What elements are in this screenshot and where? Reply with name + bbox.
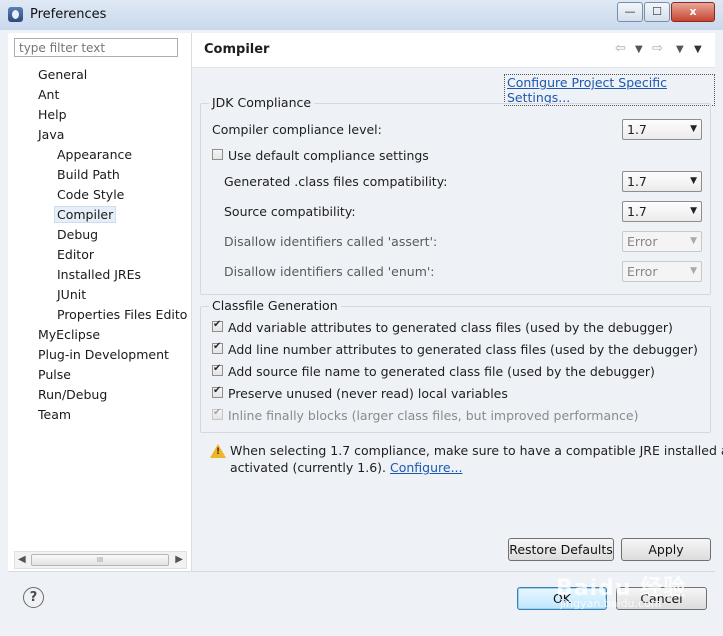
tree-item-pulse[interactable]: Pulse	[38, 367, 71, 382]
preserve-unused-locals-label[interactable]: Preserve unused (never read) local varia…	[228, 386, 508, 401]
tree-item-debug[interactable]: Debug	[57, 227, 98, 242]
inline-finally-checkbox	[212, 407, 223, 420]
title-bar: Preferences — ☐ x	[0, 0, 723, 31]
forward-arrow-icon[interactable]: ⇨	[652, 41, 663, 56]
classfile-generation-title: Classfile Generation	[209, 298, 341, 313]
help-icon[interactable]: ?	[23, 587, 44, 608]
use-default-compliance-label[interactable]: Use default compliance settings	[228, 148, 429, 163]
preference-tree-panel: General Ant Help Java Appearance Build P…	[8, 33, 192, 571]
source-compat-value: 1.7	[627, 204, 647, 219]
assert-identifier-label: Disallow identifiers called 'assert':	[224, 234, 438, 249]
baidu-watermark-url: jingyan.baidu.com	[560, 597, 662, 610]
view-menu-icon[interactable]: ▼	[694, 44, 702, 55]
tree-item-myeclipse[interactable]: MyEclipse	[38, 327, 100, 342]
variable-attributes-checkbox[interactable]	[212, 319, 223, 332]
source-file-name-label[interactable]: Add source file name to generated class …	[228, 364, 655, 379]
page-title: Compiler	[204, 42, 270, 57]
filter-input[interactable]	[14, 38, 178, 57]
warning-icon	[210, 444, 226, 458]
source-compat-select[interactable]: 1.7 ▼	[622, 201, 702, 222]
class-compat-value: 1.7	[627, 174, 647, 189]
tree-item-compiler[interactable]: Compiler	[54, 206, 117, 223]
chevron-down-icon: ▼	[690, 124, 697, 134]
forward-menu-chevron-icon[interactable]: ▼	[676, 44, 684, 55]
assert-identifier-value: Error	[627, 234, 658, 249]
tree-horizontal-scrollbar[interactable]: ◀ III ▶	[14, 551, 187, 569]
tree-item-code-style[interactable]: Code Style	[57, 187, 124, 202]
warning-message-line1: When selecting 1.7 compliance, make sure…	[230, 443, 723, 458]
source-compat-label: Source compatibility:	[224, 204, 356, 219]
enum-identifier-label: Disallow identifiers called 'enum':	[224, 264, 435, 279]
compliance-level-label: Compiler compliance level:	[212, 122, 382, 137]
configure-jre-link[interactable]: Configure...	[390, 460, 463, 475]
compliance-level-select[interactable]: 1.7 ▼	[622, 119, 702, 140]
compiler-page: Compiler ⇦ ▼ ⇨ ▼ ▼ Configure Project Spe…	[192, 33, 723, 571]
compliance-level-value: 1.7	[627, 122, 647, 137]
tree-item-ant[interactable]: Ant	[38, 87, 59, 102]
variable-attributes-label[interactable]: Add variable attributes to generated cla…	[228, 320, 673, 335]
maximize-button[interactable]: ☐	[644, 2, 670, 22]
close-button[interactable]: x	[671, 2, 715, 22]
jdk-compliance-title: JDK Compliance	[209, 95, 315, 110]
tree-item-appearance[interactable]: Appearance	[57, 147, 132, 162]
minimize-button[interactable]: —	[617, 2, 643, 22]
window-title: Preferences	[30, 7, 107, 22]
tree-item-team[interactable]: Team	[38, 407, 71, 422]
assert-identifier-select: Error ▼	[622, 231, 702, 252]
tree-item-editor[interactable]: Editor	[57, 247, 94, 262]
line-number-attributes-label[interactable]: Add line number attributes to generated …	[228, 342, 698, 357]
scroll-left-icon[interactable]: ◀	[18, 554, 26, 565]
back-arrow-icon[interactable]: ⇦	[615, 41, 626, 56]
source-file-name-checkbox[interactable]	[212, 363, 223, 376]
tree-item-help[interactable]: Help	[38, 107, 67, 122]
tree-item-properties-files-editor[interactable]: Properties Files Edito	[57, 307, 187, 322]
class-compat-select[interactable]: 1.7 ▼	[622, 171, 702, 192]
page-header: Compiler ⇦ ▼ ⇨ ▼ ▼	[192, 33, 715, 68]
chevron-down-icon: ▼	[690, 266, 697, 276]
inline-finally-label: Inline finally blocks (larger class file…	[228, 408, 639, 423]
warning-message-line2: activated (currently 1.6). Configure...	[230, 460, 463, 475]
back-menu-chevron-icon[interactable]: ▼	[635, 44, 643, 55]
tree-item-general[interactable]: General	[38, 67, 87, 82]
enum-identifier-value: Error	[627, 264, 658, 279]
class-compat-label: Generated .class files compatibility:	[224, 174, 448, 189]
tree-item-run-debug[interactable]: Run/Debug	[38, 387, 107, 402]
tree-item-java[interactable]: Java	[38, 127, 64, 142]
chevron-down-icon: ▼	[690, 236, 697, 246]
tree-item-junit[interactable]: JUnit	[57, 287, 86, 302]
preserve-unused-locals-checkbox[interactable]	[212, 385, 223, 398]
scroll-right-icon[interactable]: ▶	[175, 554, 183, 565]
warning-message-text: activated (currently 1.6).	[230, 460, 387, 475]
configure-project-settings-link[interactable]: Configure Project Specific Settings...	[504, 74, 715, 106]
tree-item-build-path[interactable]: Build Path	[57, 167, 120, 182]
eclipse-app-icon	[8, 7, 23, 22]
restore-defaults-button[interactable]: Restore Defaults	[508, 538, 614, 561]
use-default-compliance-checkbox[interactable]	[212, 149, 223, 160]
tree-item-plugin-development[interactable]: Plug-in Development	[38, 347, 169, 362]
tree-item-installed-jres[interactable]: Installed JREs	[57, 267, 141, 282]
enum-identifier-select: Error ▼	[622, 261, 702, 282]
apply-button[interactable]: Apply	[621, 538, 711, 561]
scrollbar-thumb[interactable]: III	[31, 554, 169, 566]
chevron-down-icon: ▼	[690, 206, 697, 216]
chevron-down-icon: ▼	[690, 176, 697, 186]
line-number-attributes-checkbox[interactable]	[212, 341, 223, 354]
